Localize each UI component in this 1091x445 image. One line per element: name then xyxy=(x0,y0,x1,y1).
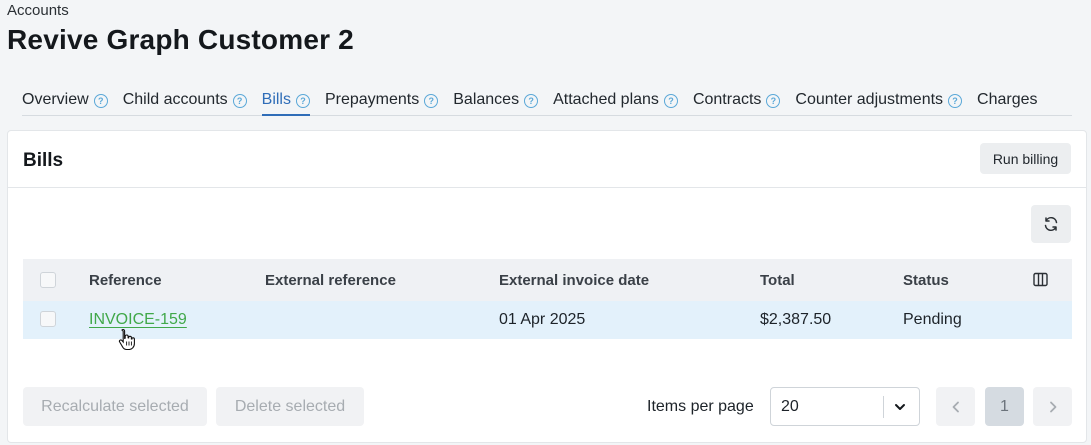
breadcrumb[interactable]: Accounts xyxy=(7,2,69,19)
tab-charges[interactable]: Charges xyxy=(977,84,1037,115)
cell-total: $2,387.50 xyxy=(760,311,832,328)
help-icon[interactable]: ? xyxy=(663,94,678,108)
refresh-icon xyxy=(1044,217,1058,231)
tab-label: Child accounts xyxy=(122,91,228,108)
card-title: Bills xyxy=(23,150,64,171)
invoice-link[interactable]: INVOICE-159 xyxy=(89,311,187,329)
items-per-page-label: Items per page xyxy=(647,398,754,415)
tab-label: Contracts xyxy=(692,91,762,108)
tab-label: Balances xyxy=(453,91,520,108)
header-reference[interactable]: Reference xyxy=(89,272,162,289)
tab-child-accounts[interactable]: Child accounts ? xyxy=(123,84,247,115)
help-icon[interactable]: ? xyxy=(424,94,439,108)
select-all-checkbox[interactable] xyxy=(40,272,56,288)
tab-bills[interactable]: Bills ? xyxy=(261,84,310,116)
items-per-page-select[interactable]: 20 xyxy=(770,387,920,426)
tab-label: Prepayments xyxy=(324,91,420,108)
previous-page-button[interactable] xyxy=(936,387,975,426)
hand-cursor-icon xyxy=(118,328,135,350)
tab-overview[interactable]: Overview ? xyxy=(22,84,108,115)
help-icon[interactable]: ? xyxy=(766,94,781,108)
help-icon[interactable]: ? xyxy=(295,93,310,108)
bills-table: Reference External reference External in… xyxy=(23,259,1072,339)
page-title: Revive Graph Customer 2 xyxy=(7,24,354,55)
card-header: Bills Run billing xyxy=(8,131,1086,188)
chevron-right-icon xyxy=(1049,401,1056,412)
columns-button[interactable] xyxy=(1033,272,1048,291)
page-1-button[interactable]: 1 xyxy=(985,387,1024,426)
tab-prepayments[interactable]: Prepayments ? xyxy=(324,84,439,115)
table-row[interactable]: INVOICE-159 01 Apr 2025 $2,387.50 Pendin… xyxy=(23,301,1072,339)
cell-status: Pending xyxy=(903,311,962,328)
help-icon[interactable]: ? xyxy=(524,94,539,108)
delete-selected-button[interactable]: Delete selected xyxy=(216,387,364,426)
tab-bar: Overview ? Child accounts ? Bills ? Prep… xyxy=(22,84,1072,116)
chevron-left-icon xyxy=(952,401,959,412)
tab-label: Charges xyxy=(977,91,1038,108)
tab-label: Overview xyxy=(22,91,89,108)
header-external-reference[interactable]: External reference xyxy=(265,272,396,289)
refresh-button[interactable] xyxy=(1031,205,1071,243)
run-billing-button[interactable]: Run billing xyxy=(980,143,1071,174)
tab-balances[interactable]: Balances ? xyxy=(453,84,539,115)
header-total[interactable]: Total xyxy=(760,272,795,289)
row-checkbox[interactable] xyxy=(40,311,56,327)
header-external-invoice-date[interactable]: External invoice date xyxy=(499,272,649,289)
tab-label: Counter adjustments xyxy=(795,91,944,108)
columns-icon xyxy=(1033,272,1048,287)
help-icon[interactable]: ? xyxy=(232,94,247,108)
items-per-page-value: 20 xyxy=(781,398,799,415)
chevron-down-icon xyxy=(895,404,905,410)
tab-contracts[interactable]: Contracts ? xyxy=(692,84,781,115)
help-icon[interactable]: ? xyxy=(948,94,963,108)
tab-counter-adjustments[interactable]: Counter adjustments ? xyxy=(795,84,963,115)
tab-attached-plans[interactable]: Attached plans ? xyxy=(553,84,678,115)
cell-external-invoice-date: 01 Apr 2025 xyxy=(499,311,586,328)
select-divider xyxy=(883,396,884,418)
tab-label: Bills xyxy=(261,90,291,108)
tab-label: Attached plans xyxy=(553,91,659,108)
bills-card: Bills Run billing Reference External ref… xyxy=(7,130,1087,443)
next-page-button[interactable] xyxy=(1033,387,1072,426)
recalculate-selected-button[interactable]: Recalculate selected xyxy=(23,387,207,426)
table-header-row: Reference External reference External in… xyxy=(23,259,1072,301)
header-status[interactable]: Status xyxy=(903,272,949,289)
help-icon[interactable]: ? xyxy=(93,94,108,108)
